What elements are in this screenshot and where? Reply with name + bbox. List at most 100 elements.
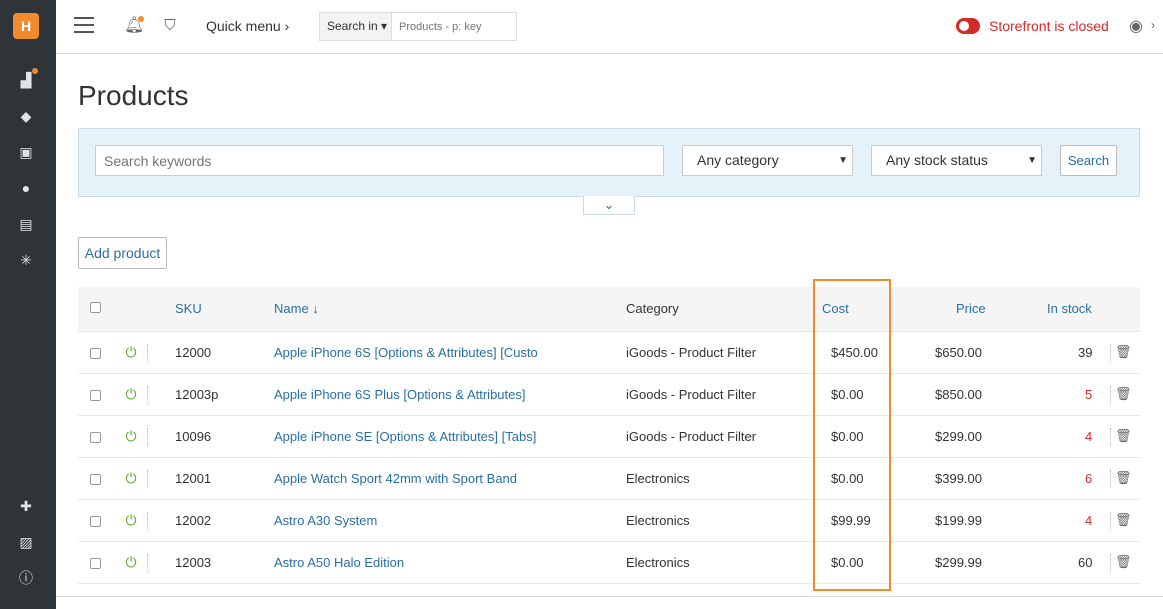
trash-icon[interactable]: 🗑︎	[1115, 386, 1132, 402]
left-sidebar: H ▟ ◆ ▣ ● ▤ ✳ ✚ ▨ ⓘ	[0, 0, 56, 609]
category-cell: Electronics	[626, 513, 690, 528]
gift-icon[interactable]: ▣	[16, 142, 36, 162]
dashboard-icon[interactable]: ▟	[16, 68, 38, 90]
product-name-link[interactable]: Astro A30 System	[274, 513, 377, 528]
info-icon[interactable]: ⓘ	[16, 568, 36, 588]
users-icon[interactable]: ●	[16, 178, 36, 198]
sku-cell: 12003	[175, 555, 212, 570]
column-price[interactable]: Price	[956, 301, 986, 316]
power-icon[interactable]: ⏻	[123, 428, 139, 444]
divider	[1110, 344, 1111, 362]
column-name[interactable]: Name ↓	[274, 301, 319, 316]
price-cell[interactable]: $650.00	[935, 345, 982, 360]
puzzle-icon[interactable]: ✚	[16, 496, 36, 516]
quick-menu[interactable]: Quick menu ›	[206, 18, 289, 34]
divider	[147, 470, 148, 488]
toggle-switch[interactable]	[956, 18, 980, 34]
product-name-link[interactable]: Apple Watch Sport 42mm with Sport Band	[274, 471, 517, 486]
category-cell: Electronics	[626, 555, 690, 570]
price-cell[interactable]: $399.00	[935, 471, 982, 486]
chevron-right-icon[interactable]: ›	[1151, 18, 1155, 32]
notification-dot	[138, 16, 144, 22]
select-all-checkbox[interactable]	[90, 302, 101, 313]
row-checkbox[interactable]	[90, 432, 101, 443]
price-cell[interactable]: $199.99	[935, 513, 982, 528]
network-icon[interactable]: ✳	[16, 250, 36, 270]
power-icon[interactable]: ⏻	[123, 554, 139, 570]
row-checkbox[interactable]	[90, 474, 101, 485]
category-cell: iGoods - Product Filter	[626, 345, 757, 360]
trash-icon[interactable]: 🗑︎	[1115, 470, 1132, 486]
image-icon[interactable]: ▨	[16, 532, 36, 552]
top-bar: 🔔︎ ⛉ Quick menu › Search in ▾ Storefront…	[56, 0, 1163, 54]
row-checkbox[interactable]	[90, 516, 101, 527]
row-checkbox[interactable]	[90, 348, 101, 359]
global-search: Search in ▾	[319, 12, 517, 41]
sku-cell: 12000	[175, 345, 212, 360]
stock-cell[interactable]: 60	[1078, 555, 1092, 570]
stock-status-select-value: Any stock status	[886, 152, 988, 168]
stock-cell[interactable]: 4	[1085, 513, 1092, 528]
power-icon[interactable]: ⏻	[123, 512, 139, 528]
category-cell: iGoods - Product Filter	[626, 429, 757, 444]
divider	[1110, 554, 1111, 572]
sku-cell: 10096	[175, 429, 212, 444]
divider	[1110, 470, 1111, 488]
category-select[interactable]: Any category ▼	[682, 145, 853, 176]
price-cell[interactable]: $299.99	[935, 555, 982, 570]
search-in-dropdown[interactable]: Search in ▾	[320, 13, 392, 40]
divider	[147, 386, 148, 404]
power-icon[interactable]: ⏻	[123, 386, 139, 402]
tags-icon[interactable]: ◆	[16, 106, 36, 126]
price-cell[interactable]: $299.00	[935, 429, 982, 444]
product-name-link[interactable]: Apple iPhone SE [Options & Attributes] […	[274, 429, 536, 444]
divider	[147, 554, 148, 572]
global-search-input[interactable]	[393, 13, 516, 40]
sku-cell: 12003p	[175, 387, 219, 402]
table-row: ⏻ 10096 Apple iPhone SE [Options & Attri…	[78, 416, 1140, 458]
table-row: ⏻ 12003 Astro A50 Halo Edition Electroni…	[78, 542, 1140, 584]
bell-icon[interactable]: 🔔︎	[124, 16, 144, 36]
column-in-stock[interactable]: In stock	[1047, 301, 1092, 316]
stock-cell[interactable]: 4	[1085, 429, 1092, 444]
logo[interactable]: H	[13, 13, 39, 39]
product-name-link[interactable]: Astro A50 Halo Edition	[274, 555, 404, 570]
products-table: SKU Name ↓ Category Cost Price In stock …	[78, 287, 1140, 609]
news-icon[interactable]: ▤	[16, 214, 36, 234]
category-cell: Electronics	[626, 471, 690, 486]
row-checkbox[interactable]	[90, 390, 101, 401]
add-product-button[interactable]: Add product	[78, 237, 167, 269]
stock-cell[interactable]: 6	[1085, 471, 1092, 486]
map-icon[interactable]: ⛉	[160, 16, 180, 36]
product-name-link[interactable]: Apple iPhone 6S Plus [Options & Attribut…	[274, 387, 525, 402]
stock-cell[interactable]: 39	[1078, 345, 1092, 360]
column-sku[interactable]: SKU	[175, 301, 202, 316]
trash-icon[interactable]: 🗑︎	[1115, 554, 1132, 570]
table-header: SKU Name ↓ Category Cost Price In stock	[78, 287, 1140, 332]
price-cell[interactable]: $850.00	[935, 387, 982, 402]
table-row: ⏻ 12000 Apple iPhone 6S [Options & Attri…	[78, 332, 1140, 374]
divider	[147, 512, 148, 530]
caret-down-icon: ▼	[838, 155, 848, 166]
divider	[1110, 386, 1111, 404]
user-icon[interactable]: ◉	[1129, 16, 1149, 36]
stock-status-select[interactable]: Any stock status ▼	[871, 145, 1042, 176]
divider	[1110, 428, 1111, 446]
menu-icon[interactable]	[74, 17, 94, 35]
caret-down-icon: ▼	[1027, 155, 1037, 166]
search-keywords-input[interactable]	[95, 145, 664, 176]
row-checkbox[interactable]	[90, 558, 101, 569]
table-row: ⏻ 12003p Apple iPhone 6S Plus [Options &…	[78, 374, 1140, 416]
stock-cell[interactable]: 5	[1085, 387, 1092, 402]
filter-panel: Any category ▼ Any stock status ▼ Search	[78, 128, 1140, 197]
cost-column-highlight	[813, 279, 891, 591]
bottom-bar	[56, 596, 1163, 609]
power-icon[interactable]: ⏻	[123, 470, 139, 486]
trash-icon[interactable]: 🗑︎	[1115, 344, 1132, 360]
search-button[interactable]: Search	[1060, 145, 1117, 176]
product-name-link[interactable]: Apple iPhone 6S [Options & Attributes] […	[274, 345, 538, 360]
power-icon[interactable]: ⏻	[123, 344, 139, 360]
expand-filters-button[interactable]: ⌄	[583, 196, 635, 215]
trash-icon[interactable]: 🗑︎	[1115, 428, 1132, 444]
trash-icon[interactable]: 🗑︎	[1115, 512, 1132, 528]
